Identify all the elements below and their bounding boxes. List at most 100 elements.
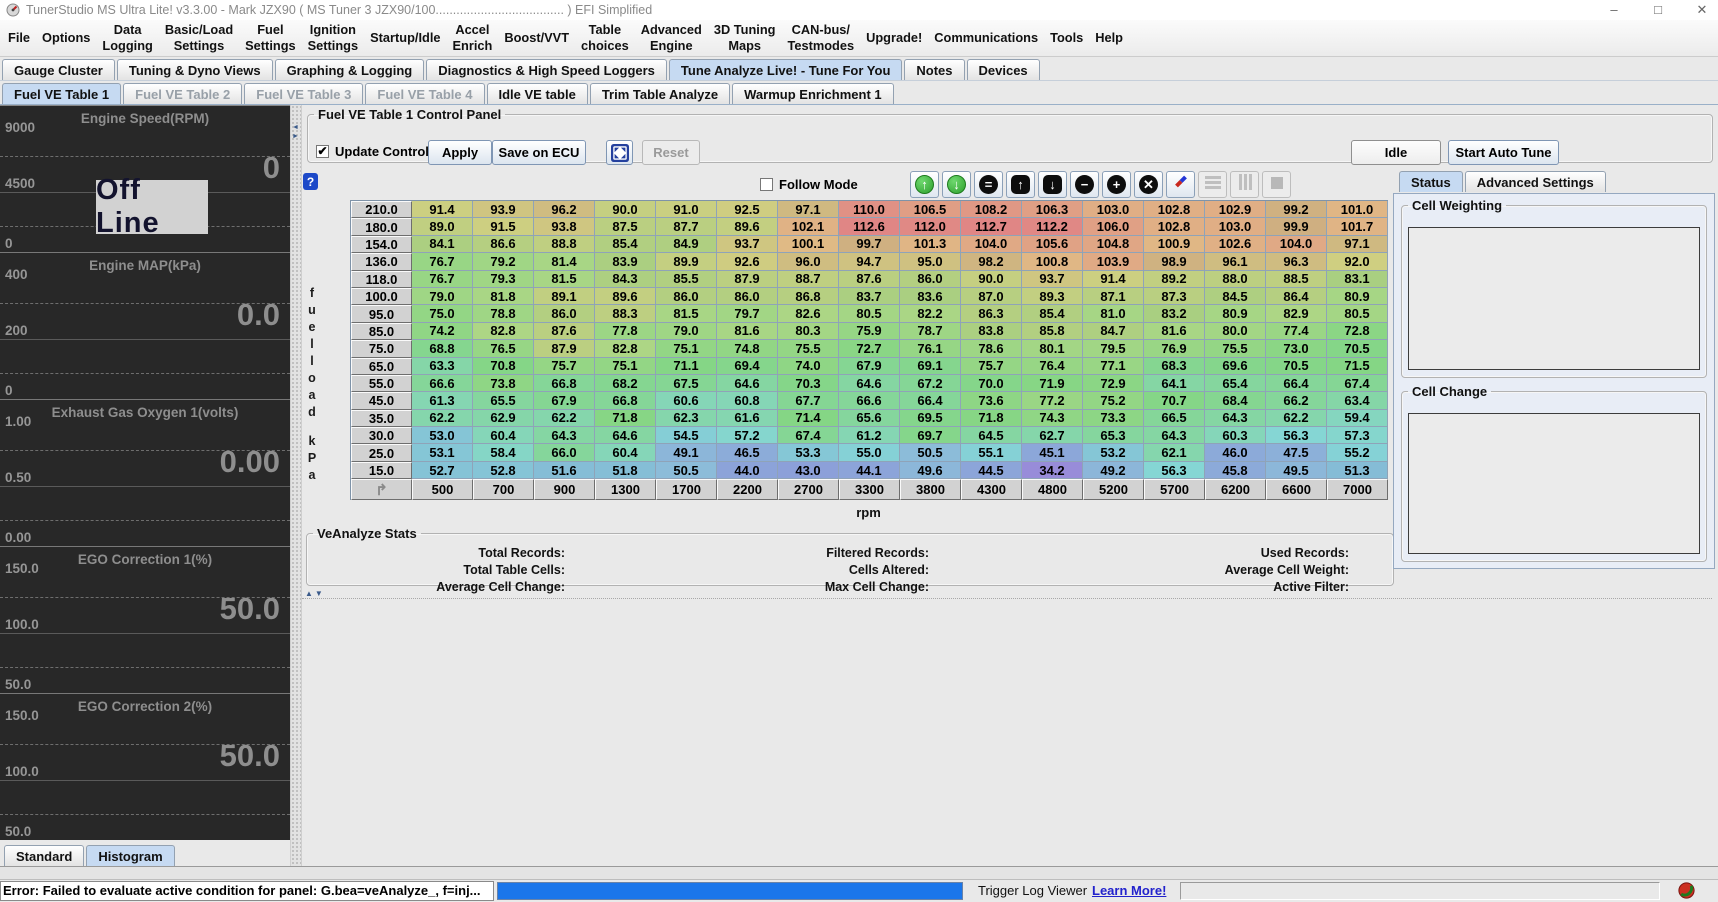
tab-devices[interactable]: Devices	[967, 59, 1040, 80]
ve-cell[interactable]: 104.0	[961, 236, 1022, 253]
ve-cell[interactable]: 86.4	[1266, 288, 1327, 305]
ve-cell[interactable]: 67.9	[534, 392, 595, 409]
ve-cell[interactable]: 78.7	[900, 323, 961, 340]
ve-cell[interactable]: 66.6	[412, 375, 473, 392]
ve-cell[interactable]: 55.1	[961, 444, 1022, 461]
ve-cell[interactable]: 86.0	[656, 288, 717, 305]
ve-cell[interactable]: 68.4	[1205, 392, 1266, 409]
ve-cell[interactable]: 87.9	[534, 340, 595, 357]
ve-cell[interactable]: 93.9	[473, 201, 534, 218]
load-header-118.0[interactable]: 118.0	[351, 271, 412, 288]
rpm-header-7000[interactable]: 7000	[1327, 479, 1388, 500]
ve-cell[interactable]: 71.8	[961, 410, 1022, 427]
tab-fuel-ve-table-3[interactable]: Fuel VE Table 3	[244, 83, 363, 104]
ve-cell[interactable]: 74.0	[778, 358, 839, 375]
expand-table-button[interactable]	[606, 140, 633, 165]
ve-cell[interactable]: 95.0	[900, 253, 961, 270]
ve-cell[interactable]: 93.7	[717, 236, 778, 253]
load-header-136.0[interactable]: 136.0	[351, 253, 412, 270]
tab-idle-ve-table[interactable]: Idle VE table	[487, 83, 588, 104]
ve-cell[interactable]: 97.1	[1327, 236, 1388, 253]
ve-cell[interactable]: 74.8	[717, 340, 778, 357]
tab-gauge-cluster[interactable]: Gauge Cluster	[2, 59, 115, 80]
decrement-icon[interactable]: −	[1070, 171, 1099, 198]
ve-cell[interactable]: 66.8	[595, 392, 656, 409]
ve-cell[interactable]: 64.5	[961, 427, 1022, 444]
menu-ignition-settings[interactable]: Ignition Settings	[302, 21, 364, 55]
ve-cell[interactable]: 102.9	[1205, 201, 1266, 218]
tab-advanced-settings[interactable]: Advanced Settings	[1465, 171, 1606, 192]
ve-cell[interactable]: 50.5	[900, 444, 961, 461]
ve-cell[interactable]: 73.8	[473, 375, 534, 392]
ve-cell[interactable]: 76.5	[473, 340, 534, 357]
ve-cell[interactable]: 63.4	[1327, 392, 1388, 409]
update-controller-checkbox[interactable]: ✔ Update Controller	[316, 144, 445, 159]
ve-cell[interactable]: 46.5	[717, 444, 778, 461]
rpm-header-2200[interactable]: 2200	[717, 479, 778, 500]
ve-cell[interactable]: 68.2	[595, 375, 656, 392]
ve-cell[interactable]: 73.0	[1266, 340, 1327, 357]
ve-cell[interactable]: 70.5	[1266, 358, 1327, 375]
ve-cell[interactable]: 85.4	[595, 236, 656, 253]
ve-cell[interactable]: 76.9	[1144, 340, 1205, 357]
tab-trim-table-analyze[interactable]: Trim Table Analyze	[590, 83, 730, 104]
ve-cell[interactable]: 80.3	[778, 323, 839, 340]
ve-cell[interactable]: 71.8	[595, 410, 656, 427]
set-equal-icon[interactable]: =	[974, 171, 1003, 198]
ve-cell[interactable]: 69.4	[717, 358, 778, 375]
ve-cell[interactable]: 67.4	[1327, 375, 1388, 392]
ve-cell[interactable]: 81.6	[717, 323, 778, 340]
ve-cell[interactable]: 89.3	[1022, 288, 1083, 305]
ve-cell[interactable]: 85.4	[1022, 305, 1083, 322]
ve-cell[interactable]: 60.3	[1205, 427, 1266, 444]
ve-cell[interactable]: 56.3	[1144, 462, 1205, 479]
ve-cell[interactable]: 62.7	[1022, 427, 1083, 444]
tab-fuel-ve-table-1[interactable]: Fuel VE Table 1	[2, 83, 121, 104]
rpm-header-700[interactable]: 700	[473, 479, 534, 500]
ve-cell[interactable]: 62.2	[534, 410, 595, 427]
ve-cell[interactable]: 76.7	[412, 271, 473, 288]
follow-mode-checkbox[interactable]: Follow Mode	[760, 177, 858, 192]
ve-cell[interactable]: 83.7	[839, 288, 900, 305]
ve-cell[interactable]: 86.0	[717, 288, 778, 305]
ve-cell[interactable]: 96.3	[1266, 253, 1327, 270]
load-header-210.0[interactable]: 210.0	[351, 201, 412, 218]
ve-cell[interactable]: 44.0	[717, 462, 778, 479]
ve-cell[interactable]: 81.4	[534, 253, 595, 270]
ve-cell[interactable]: 69.7	[900, 427, 961, 444]
ve-cell[interactable]: 96.1	[1205, 253, 1266, 270]
ve-cell[interactable]: 86.6	[473, 236, 534, 253]
ve-cell[interactable]: 75.5	[778, 340, 839, 357]
ve-cell[interactable]: 81.5	[534, 271, 595, 288]
ve-cell[interactable]: 83.9	[595, 253, 656, 270]
ve-cell[interactable]: 47.5	[1266, 444, 1327, 461]
menu-startup-idle[interactable]: Startup/Idle	[364, 29, 446, 47]
ve-cell[interactable]: 84.9	[656, 236, 717, 253]
menu-can-bus-testmodes[interactable]: CAN-bus/ Testmodes	[781, 21, 860, 55]
gauge-tab-histogram[interactable]: Histogram	[86, 845, 174, 866]
ve-cell[interactable]: 85.8	[1022, 323, 1083, 340]
load-header-180.0[interactable]: 180.0	[351, 218, 412, 235]
ve-cell[interactable]: 108.2	[961, 201, 1022, 218]
splitter-collapse-arrows[interactable]: ◄ ►	[292, 123, 299, 141]
menu-accel-enrich[interactable]: Accel Enrich	[447, 21, 499, 55]
help-icon[interactable]: ?	[303, 173, 318, 190]
menu-help[interactable]: Help	[1089, 29, 1129, 47]
ve-cell[interactable]: 65.3	[1083, 427, 1144, 444]
ve-cell[interactable]: 97.1	[778, 201, 839, 218]
ve-cell[interactable]: 75.5	[1205, 340, 1266, 357]
ve-cell[interactable]: 74.3	[1022, 410, 1083, 427]
ve-cell[interactable]: 83.8	[961, 323, 1022, 340]
ve-cell[interactable]: 58.4	[473, 444, 534, 461]
ve-cell[interactable]: 88.7	[778, 271, 839, 288]
ve-cell[interactable]: 87.9	[717, 271, 778, 288]
ve-cell[interactable]: 54.5	[656, 427, 717, 444]
ve-cell[interactable]: 87.0	[961, 288, 1022, 305]
collapse-left-icon[interactable]: ◄	[292, 123, 299, 132]
ve-cell[interactable]: 75.9	[839, 323, 900, 340]
ve-cell[interactable]: 60.6	[656, 392, 717, 409]
ve-cell[interactable]: 112.2	[1022, 218, 1083, 235]
ve-cell[interactable]: 75.2	[1083, 392, 1144, 409]
edit-pencil-icon[interactable]	[1166, 171, 1195, 198]
ve-cell[interactable]: 112.0	[900, 218, 961, 235]
